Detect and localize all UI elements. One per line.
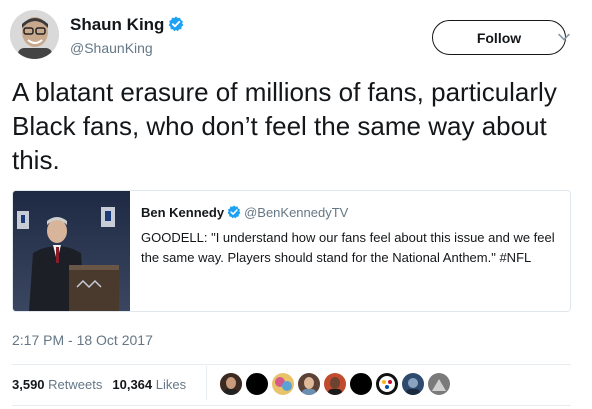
press-conference-photo-icon [13,191,130,311]
stats-divider-top [12,364,571,365]
liker-avatar-woman-icon[interactable] [218,371,244,397]
tweet-stats: 3,590 Retweets 10,364 Likes [12,377,196,392]
quoted-tweet-text: GOODELL: "I understand how our fans feel… [141,230,555,265]
liker-avatar-steelers-logo-icon[interactable] [374,371,400,397]
quoted-tweet-image [13,191,130,311]
tweet-timestamp[interactable]: 2:17 PM - 18 Oct 2017 [12,332,153,348]
author-handle[interactable]: @ShaunKing [70,40,153,56]
stats-divider-bottom [12,405,571,406]
chevron-down-icon[interactable] [556,29,572,45]
follow-button[interactable]: Follow [432,20,566,55]
retweets-count: 3,590 [12,377,45,392]
liker-avatar-colorful-icon[interactable] [270,371,296,397]
stats-separator [206,366,207,400]
author-name[interactable]: Shaun King [70,15,184,35]
likes-stat[interactable]: 10,364 Likes [112,377,186,392]
likes-count: 10,364 [112,377,153,392]
liker-avatar-black-icon[interactable] [244,371,270,397]
liker-avatar-gray-icon[interactable] [426,371,452,397]
quoted-author-handle[interactable]: @BenKennedyTV [244,205,348,220]
author-avatar[interactable] [10,10,59,59]
quoted-tweet-card[interactable]: Ben Kennedy @BenKennedyTV GOODELL: "I un… [12,190,571,312]
author-name-text: Shaun King [70,15,165,34]
retweets-label: Retweets [48,377,103,392]
liker-avatar-black-2-icon[interactable] [348,371,374,397]
verified-badge-icon [169,16,184,32]
retweets-stat[interactable]: 3,590 Retweets [12,377,102,392]
author-avatar-photo-icon [10,10,59,59]
quoted-verified-badge-icon [227,205,241,219]
liker-avatar-man-icon[interactable] [322,371,348,397]
tweet-text: A blatant erasure of millions of fans, p… [12,77,557,175]
liker-avatar-woman-2-icon[interactable] [296,371,322,397]
liker-avatar-blue-icon[interactable] [400,371,426,397]
tweet-header: Shaun King @ShaunKing Follow [10,10,582,62]
likes-label: Likes [155,377,187,392]
quoted-tweet-header: Ben Kennedy @BenKennedyTV [141,205,348,220]
quoted-author-name[interactable]: Ben Kennedy [141,205,224,220]
